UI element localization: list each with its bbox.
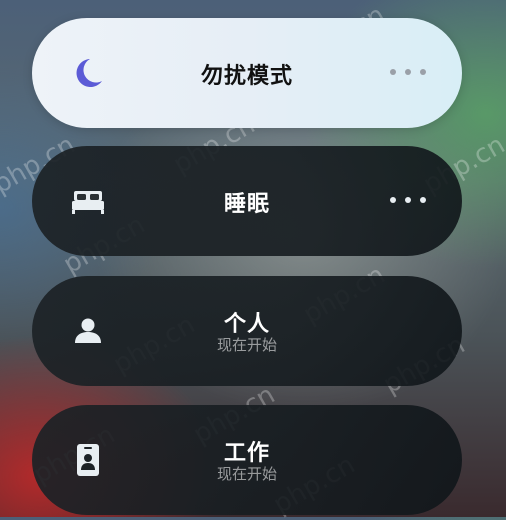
focus-mode-work[interactable]: 工作 现在开始 (32, 405, 462, 515)
dot-icon (420, 69, 426, 75)
more-options-button[interactable] (390, 194, 426, 206)
more-options-button[interactable] (390, 66, 426, 78)
focus-mode-personal[interactable]: 个人 现在开始 (32, 276, 462, 386)
focus-mode-do-not-disturb[interactable]: 勿扰模式 (32, 18, 462, 128)
focus-mode-subtitle: 现在开始 (216, 336, 277, 354)
dot-icon (405, 69, 411, 75)
dot-icon (390, 197, 396, 203)
dot-icon (420, 197, 426, 203)
focus-mode-subtitle: 现在开始 (216, 465, 277, 483)
dot-icon (390, 69, 396, 75)
focus-mode-sleep[interactable]: 睡眠 (32, 146, 462, 256)
dot-icon (405, 197, 411, 203)
